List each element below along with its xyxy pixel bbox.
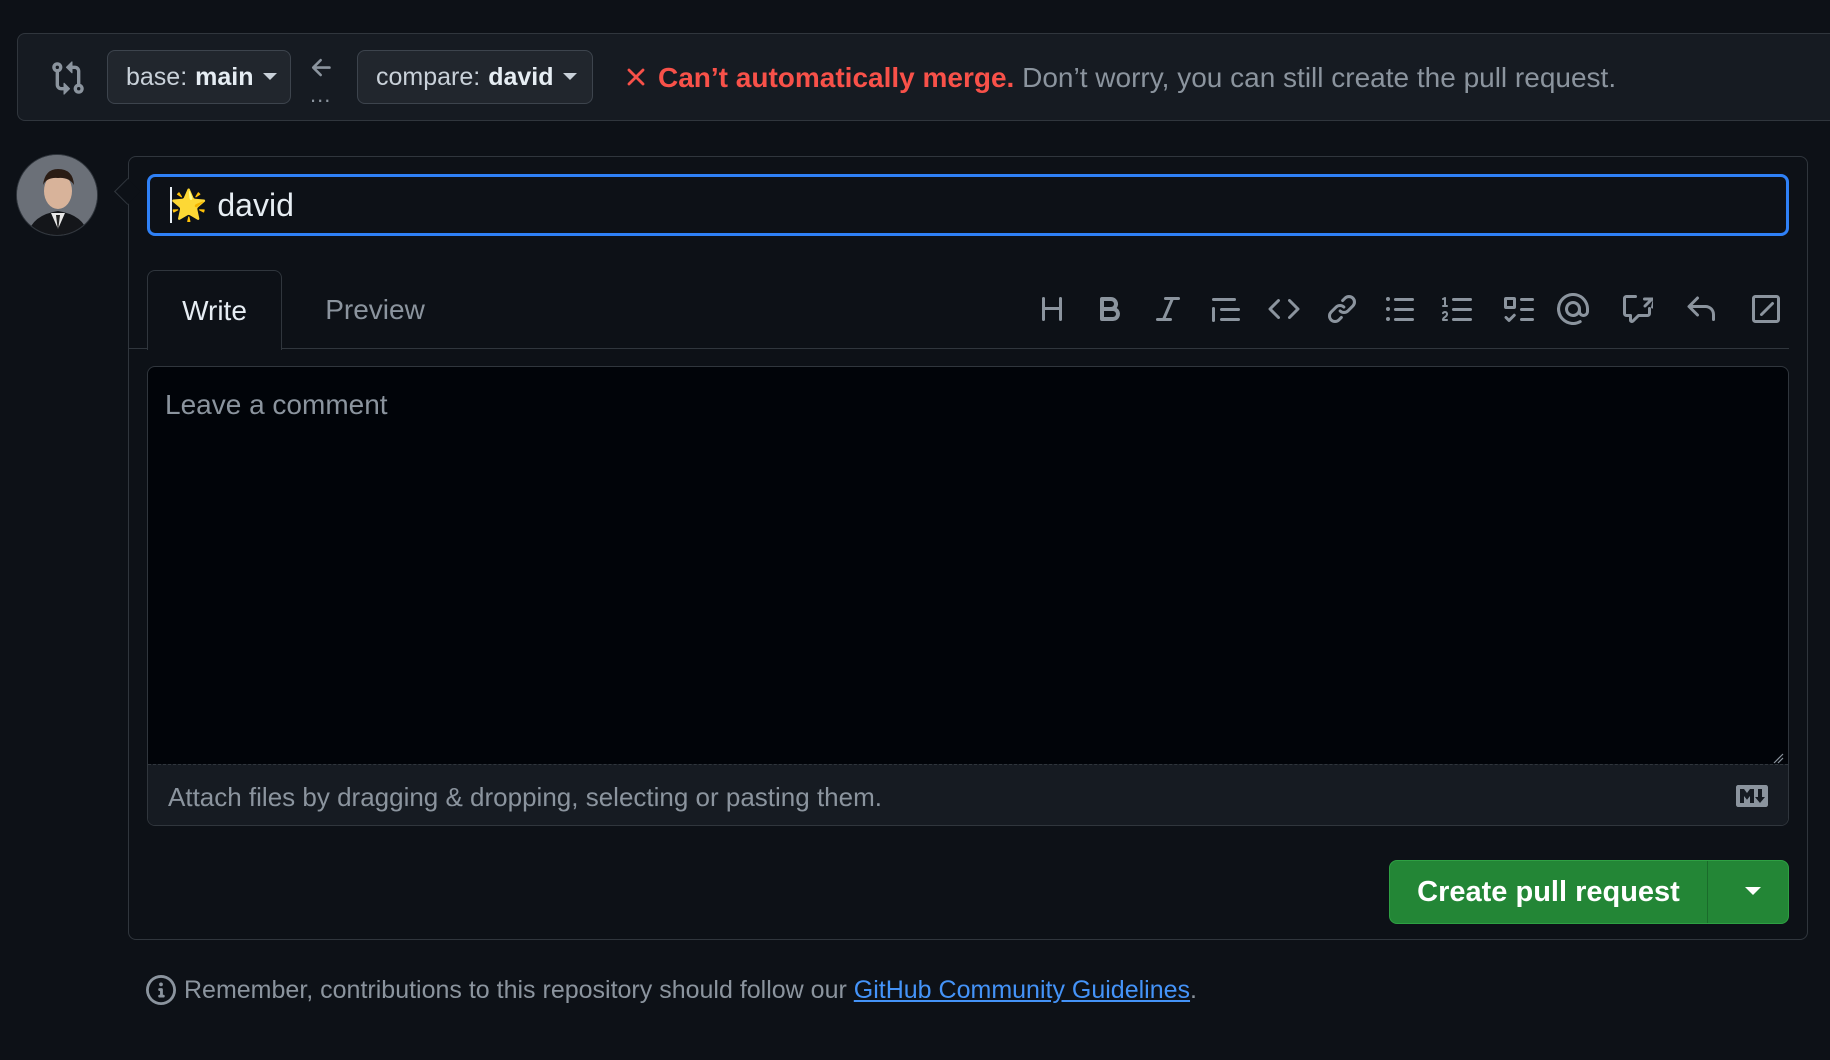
compare-label: compare: [376,62,481,91]
comment-textarea[interactable]: Leave a comment Attach files by dragging… [147,366,1789,826]
title-input[interactable]: 🌟 david [147,174,1789,236]
comment-placeholder: Leave a comment [165,389,388,420]
x-icon [621,62,651,92]
unordered-list-icon[interactable] [1384,293,1416,325]
attach-files-text: Attach files by dragging & dropping, sel… [168,782,882,812]
reply-icon[interactable] [1685,293,1717,325]
git-compare-icon [50,60,86,96]
community-guidelines-link[interactable]: GitHub Community Guidelines [854,976,1190,1005]
title-value: david [217,186,294,223]
merge-detail: Don’t worry, you can still create the pu… [1022,62,1617,93]
base-value: main [195,62,254,91]
bold-icon[interactable] [1094,293,1126,325]
base-label: base: [126,62,188,91]
resize-handle-icon[interactable] [1772,751,1784,764]
italic-icon[interactable] [1152,293,1184,325]
base-branch-select[interactable]: base: main [107,50,291,104]
info-icon [146,975,176,1005]
ordered-list-icon[interactable] [1442,293,1474,325]
markdown-icon[interactable] [1736,785,1768,807]
code-icon[interactable] [1268,293,1300,325]
compare-bar: base: main ... compare: david Can’t auto… [17,33,1830,121]
compare-branch-select[interactable]: compare: david [357,50,593,104]
create-options-dropdown[interactable] [1708,861,1788,923]
create-pull-request-label[interactable]: Create pull request [1390,861,1708,923]
attach-files-bar[interactable]: Attach files by dragging & dropping, sel… [148,764,1788,825]
mention-icon[interactable] [1556,292,1589,326]
note-prefix: Remember, contributions to this reposito… [184,975,847,1004]
heading-icon[interactable] [1036,293,1068,325]
avatar[interactable] [16,154,98,236]
merge-status: Can’t automatically merge. [658,62,1015,93]
star-emoji: 🌟 [170,188,208,222]
quote-icon[interactable] [1210,293,1242,325]
chevron-down-icon [262,72,277,80]
task-list-icon[interactable] [1502,293,1534,325]
chevron-down-icon [562,72,577,80]
create-pull-request-button[interactable]: Create pull request [1389,860,1789,924]
compare-value: david [488,62,554,91]
guidelines-note: Remember, contributions to this reposito… [146,975,1197,1005]
ellipsis: ... [310,82,332,107]
tab-write[interactable]: Write [147,270,282,350]
cross-reference-icon[interactable] [1621,293,1654,325]
chevron-down-icon [1744,887,1761,895]
note-suffix: . [1190,975,1197,1004]
link-icon[interactable] [1326,293,1358,325]
merge-status-message: Can’t automatically merge. Don’t worry, … [658,62,1616,94]
arrow-left-icon [308,54,336,82]
tab-preview[interactable]: Preview [300,270,450,350]
slash-command-icon[interactable] [1750,293,1782,325]
